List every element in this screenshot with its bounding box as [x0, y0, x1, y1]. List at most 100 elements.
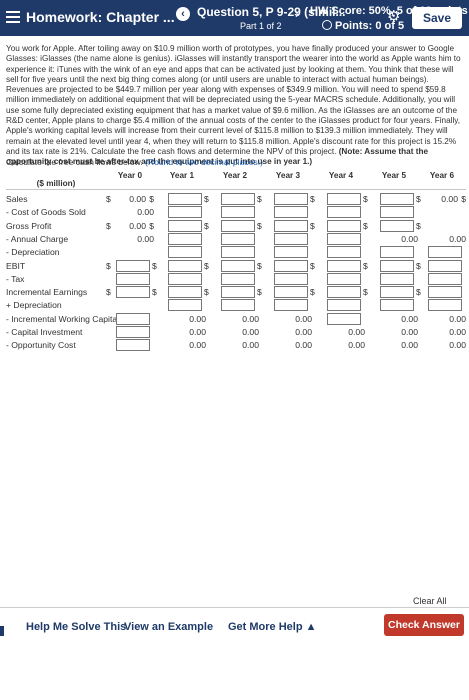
answer-input[interactable] — [168, 272, 202, 285]
clear-all-button[interactable]: Clear All — [413, 596, 447, 606]
answer-input[interactable] — [168, 259, 202, 272]
answer-input[interactable] — [168, 193, 202, 205]
answer-input[interactable] — [428, 246, 462, 259]
homework-page: Homework: Chapter ... ‹ Question 5, P 9-… — [0, 0, 469, 700]
answer-input[interactable] — [221, 299, 255, 312]
table-cell — [264, 206, 314, 219]
answer-input[interactable] — [168, 246, 202, 259]
table-cell — [317, 246, 367, 259]
answer-input[interactable] — [327, 246, 361, 259]
answer-input[interactable] — [380, 206, 414, 219]
answer-input[interactable] — [327, 232, 361, 245]
answer-input[interactable] — [327, 219, 361, 232]
answer-input[interactable] — [221, 246, 255, 259]
gear-icon[interactable]: ⚙ — [387, 9, 402, 24]
answer-input[interactable] — [221, 206, 255, 219]
answer-input[interactable] — [274, 246, 308, 259]
table-cell — [418, 246, 468, 259]
table-cell: $ $ — [106, 259, 157, 273]
save-button[interactable]: Save — [412, 7, 462, 29]
homework-title[interactable]: Homework: Chapter ... — [26, 9, 175, 25]
table-cell — [317, 206, 367, 219]
answer-input[interactable] — [116, 286, 150, 299]
answer-input[interactable] — [274, 206, 308, 219]
row-label: - Opportunity Cost — [6, 340, 76, 351]
answer-input[interactable] — [221, 219, 255, 232]
cell-value: 0.00 — [295, 313, 312, 324]
answer-input[interactable] — [428, 286, 462, 299]
table-cell — [370, 299, 420, 312]
answer-input[interactable] — [221, 286, 255, 299]
answer-input[interactable] — [274, 299, 308, 312]
answer-input[interactable] — [380, 299, 414, 312]
table-cell: 0.00 — [106, 206, 156, 219]
answer-input[interactable] — [221, 259, 255, 272]
table-cell — [158, 206, 208, 219]
dollar-sign: $ — [310, 260, 315, 271]
column-header-year-6: Year 6 — [429, 171, 455, 180]
answer-input[interactable] — [380, 193, 414, 205]
check-answer-button[interactable]: Check Answer — [384, 614, 464, 636]
dollar-sign: $ — [363, 194, 368, 204]
row-label: Gross Profit — [6, 220, 52, 231]
answer-input[interactable] — [274, 272, 308, 285]
answer-input[interactable] — [168, 219, 202, 232]
answer-input[interactable] — [428, 272, 462, 285]
answer-input[interactable] — [327, 299, 361, 312]
edge-marker — [0, 626, 4, 636]
answer-input[interactable] — [380, 272, 414, 285]
answer-input[interactable] — [168, 232, 202, 245]
answer-input[interactable] — [168, 299, 202, 312]
cell-value: 0.00 — [189, 327, 206, 337]
dollar-sign: $ — [106, 260, 111, 271]
answer-input[interactable] — [221, 232, 255, 245]
answer-input[interactable] — [428, 259, 462, 272]
answer-input[interactable] — [327, 312, 361, 325]
cell-value: 0.00 — [189, 313, 206, 324]
answer-input[interactable] — [116, 312, 150, 325]
table-cell — [211, 299, 261, 312]
cell-value: 0.00 — [242, 340, 259, 351]
units-label: ($ million) — [36, 179, 76, 188]
row-label: - Cost of Goods Sold — [6, 207, 86, 218]
view-example-button[interactable]: View an Example — [124, 621, 213, 633]
column-header-year-3: Year 3 — [275, 171, 301, 180]
cell-value: 0.00 — [137, 207, 154, 218]
answer-input[interactable] — [221, 193, 255, 205]
answer-input[interactable] — [221, 272, 255, 285]
answer-input[interactable] — [116, 272, 150, 285]
answer-input[interactable] — [168, 206, 202, 219]
dollar-sign: $ — [152, 260, 157, 271]
next-question-icon[interactable]: › — [295, 7, 299, 21]
dollar-sign: $ — [149, 194, 154, 204]
answer-input[interactable] — [327, 286, 361, 299]
answer-input[interactable] — [327, 206, 361, 219]
answer-input[interactable] — [274, 259, 308, 272]
help-me-solve-button[interactable]: Help Me Solve This — [26, 621, 126, 633]
get-more-help-button[interactable]: Get More Help ▲ — [228, 621, 317, 633]
table-cell — [317, 299, 367, 312]
answer-input[interactable] — [327, 272, 361, 285]
answer-input[interactable] — [327, 259, 361, 272]
answer-input[interactable] — [116, 339, 150, 352]
previous-question-icon[interactable]: ‹ — [176, 7, 190, 21]
answer-input[interactable] — [380, 219, 414, 232]
table-cell — [106, 326, 156, 339]
answer-input[interactable] — [274, 219, 308, 232]
answer-input[interactable] — [274, 286, 308, 299]
answer-input[interactable] — [380, 259, 414, 272]
answer-input[interactable] — [428, 299, 462, 312]
table-cell: $ — [211, 193, 262, 206]
answer-input[interactable] — [116, 326, 150, 338]
answer-input[interactable] — [380, 246, 414, 259]
answer-input[interactable] — [168, 286, 202, 299]
answer-input[interactable] — [327, 193, 361, 205]
answer-input[interactable] — [274, 193, 308, 205]
table-row: Gross Profit $0.00 $ $ $ $ $ $ — [6, 219, 466, 233]
table-cell: 0.00 — [370, 339, 420, 352]
answer-input[interactable] — [274, 232, 308, 245]
table-cell: 0.00 — [370, 326, 420, 339]
answer-input[interactable] — [116, 259, 150, 272]
answer-input[interactable] — [380, 286, 414, 299]
hamburger-menu-icon[interactable] — [6, 9, 20, 23]
